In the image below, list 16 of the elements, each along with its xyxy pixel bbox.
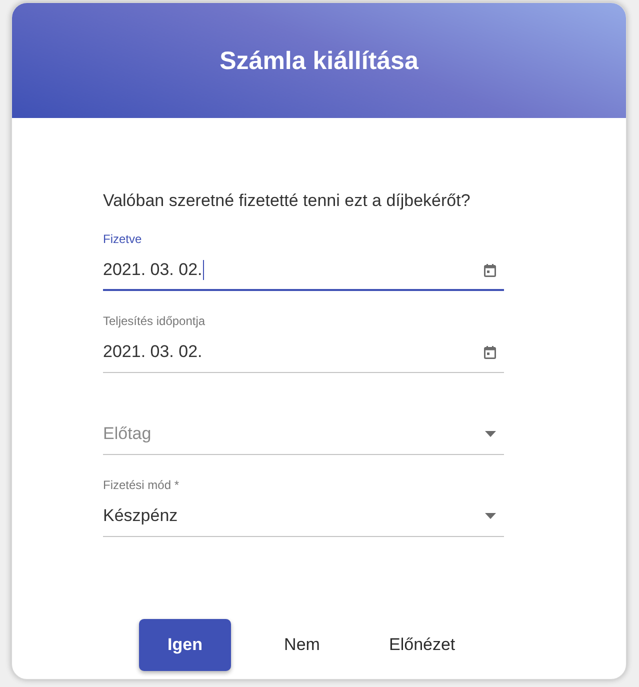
- field-label: Fizetve: [103, 232, 142, 247]
- date-input[interactable]: 2021. 03. 02.: [103, 329, 504, 373]
- select-field[interactable]: Készpénz: [103, 493, 504, 537]
- text-button[interactable]: Nem: [256, 619, 348, 671]
- dropdown-arrow-icon: [485, 431, 496, 437]
- calendar-icon: [484, 346, 496, 358]
- field-label: Fizetési mód *: [103, 478, 180, 493]
- question-text: Valóban szeretné fizetetté tenni ezt a díjbekérőt?: [103, 191, 470, 211]
- dropdown-arrow-icon: [485, 513, 496, 519]
- field-label: Teljesítés időpontja: [103, 314, 206, 329]
- text-cursor: [203, 260, 204, 280]
- confirm-button[interactable]: Igen: [139, 619, 231, 671]
- date-input[interactable]: 2021. 03. 02.: [103, 247, 504, 291]
- calendar-icon: [484, 264, 496, 276]
- text-button[interactable]: Előnézet: [373, 619, 472, 671]
- dialog-title: Számla kiállítása: [220, 46, 418, 76]
